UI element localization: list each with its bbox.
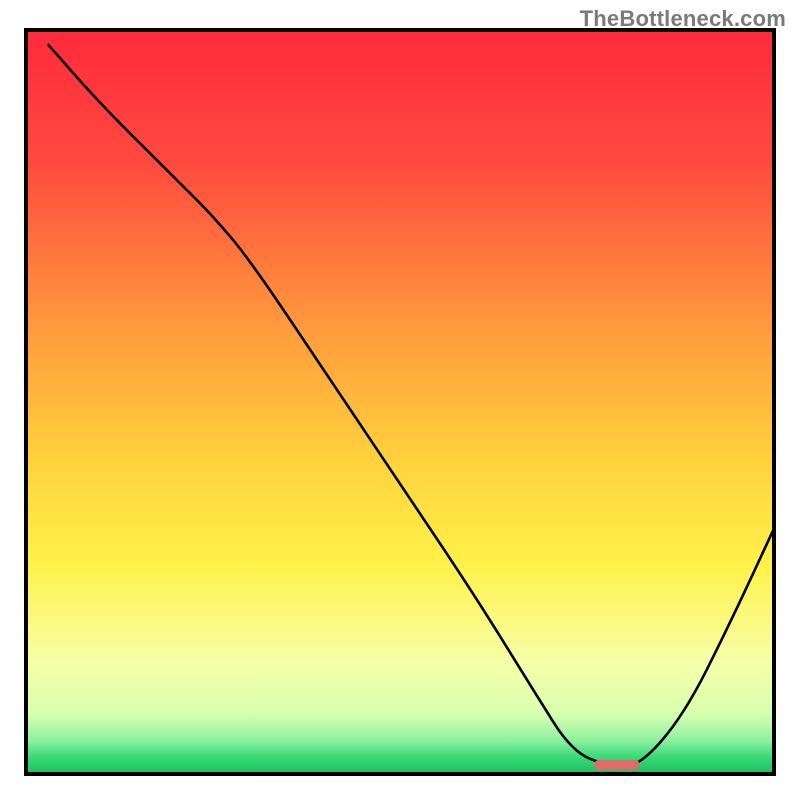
- highlight-bar: [594, 760, 639, 770]
- bottleneck-chart: [0, 0, 800, 800]
- chart-container: TheBottleneck.com: [0, 0, 800, 800]
